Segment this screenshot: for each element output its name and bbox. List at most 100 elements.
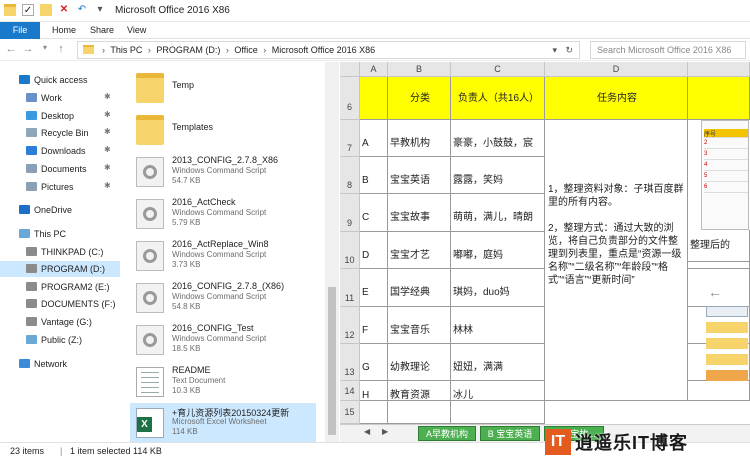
table-cell bbox=[360, 401, 388, 424]
file-size: 5.79 KB bbox=[172, 218, 201, 227]
up-arrow-icon[interactable]: ↑ bbox=[55, 43, 67, 55]
list-item[interactable]: Temp bbox=[130, 68, 316, 108]
sidebar-item[interactable]: OneDrive bbox=[19, 202, 72, 218]
row-header: 9 bbox=[340, 194, 360, 232]
file-size: 114 KB bbox=[172, 427, 198, 436]
file-list-scrollbar[interactable] bbox=[325, 62, 339, 442]
sidebar-item[interactable]: Network bbox=[19, 356, 67, 372]
sidebar-item[interactable]: Public (Z:) bbox=[26, 332, 82, 348]
table-cell: F bbox=[360, 307, 388, 344]
row-header: 15 bbox=[340, 401, 360, 424]
sidebar-item[interactable]: Quick access bbox=[19, 72, 88, 88]
sidebar-item-label: Documents bbox=[41, 164, 87, 174]
sidebar-item[interactable]: PROGRAM (D:) bbox=[0, 261, 120, 277]
chevron-down-icon[interactable]: ▾ bbox=[94, 4, 106, 16]
table-cell: 琪妈，duo妈 bbox=[451, 269, 545, 307]
table-cell: C bbox=[360, 194, 388, 232]
table-cell: D bbox=[360, 232, 388, 269]
recent-locations-icon[interactable]: ▾ bbox=[39, 43, 51, 52]
new-folder-icon[interactable] bbox=[40, 4, 52, 16]
file-type: Windows Command Script bbox=[172, 166, 267, 175]
sheet-tab[interactable]: B 宝宝英语 bbox=[480, 426, 540, 441]
table-cell: 宝宝故事 bbox=[388, 194, 451, 232]
file-size: 54.7 KB bbox=[172, 176, 201, 185]
file-size: 54.8 KB bbox=[172, 302, 201, 311]
refresh-icon[interactable]: ↻ bbox=[565, 42, 573, 58]
sidebar-item[interactable]: PROGRAM2 (E:) bbox=[26, 279, 110, 295]
list-item[interactable]: 2016_ActCheck Windows Command Script 5.79 … bbox=[130, 194, 316, 234]
watermark-badge: IT bbox=[545, 429, 571, 455]
breadcrumb[interactable]: › This PC › PROGRAM (D:) › Office › Micr… bbox=[77, 41, 580, 59]
column-header: D bbox=[545, 62, 688, 77]
tab-scroll-right-icon[interactable]: ▶ bbox=[382, 427, 388, 436]
search-input[interactable]: Search Microsoft Office 2016 X86 bbox=[590, 41, 746, 59]
sidebar-item[interactable]: Work bbox=[26, 90, 62, 106]
sidebar-item[interactable]: Pictures bbox=[26, 179, 74, 195]
sidebar-item-label: Work bbox=[41, 93, 62, 103]
file-type: Windows Command Script bbox=[172, 208, 267, 217]
gear-script-icon bbox=[136, 157, 164, 187]
list-item[interactable]: X +育儿资源列表20150324更新 Microsoft Excel Worksh… bbox=[130, 403, 316, 442]
mini-table-row: 序号 bbox=[704, 129, 748, 138]
drive-icon bbox=[26, 299, 37, 308]
breadcrumb-program-drive[interactable]: PROGRAM (D:) bbox=[156, 45, 220, 55]
tab-share[interactable]: Share bbox=[90, 24, 114, 37]
sidebar-item[interactable]: Recycle Bin bbox=[26, 125, 89, 141]
table-cell: 国学经典 bbox=[388, 269, 451, 307]
tab-view[interactable]: View bbox=[127, 24, 146, 37]
tab-home[interactable]: Home bbox=[52, 24, 76, 37]
drive-icon bbox=[26, 264, 37, 273]
sidebar-item-label: PROGRAM2 (E:) bbox=[41, 282, 110, 292]
column-header: B bbox=[388, 62, 451, 77]
delete-icon[interactable]: ✕ bbox=[58, 4, 70, 16]
sidebar-item[interactable]: Documents bbox=[26, 161, 87, 177]
sidebar-item[interactable]: Vantage (G:) bbox=[26, 314, 92, 330]
sheet-tab[interactable]: A早教机构 bbox=[418, 426, 476, 441]
folder-icon bbox=[136, 73, 164, 103]
sidebar-item[interactable]: DOCUMENTS (F:) bbox=[26, 296, 116, 312]
list-item[interactable]: 2016_CONFIG_2.7.8_(X86) Windows Command S… bbox=[130, 278, 316, 318]
sidebar-item[interactable]: Desktop bbox=[26, 108, 74, 124]
sidebar-item-label: Desktop bbox=[41, 111, 75, 121]
table-cell: 宝宝音乐 bbox=[388, 307, 451, 344]
sidebar-item[interactable]: THINKPAD (C:) bbox=[26, 244, 103, 260]
list-item[interactable]: README Text Document 10.3 KB bbox=[130, 362, 316, 402]
file-name: Temp bbox=[172, 80, 195, 90]
back-arrow-icon[interactable]: ← bbox=[5, 43, 17, 55]
table-cell: 露露，笑妈 bbox=[451, 157, 545, 194]
list-item[interactable]: 2013_CONFIG_2.7.8_X86 Windows Command Scr… bbox=[130, 152, 316, 192]
cloud-icon bbox=[19, 205, 30, 214]
table-cell: G bbox=[360, 344, 388, 381]
list-item[interactable]: Templates bbox=[130, 110, 316, 150]
left-arrow-icon: ← bbox=[708, 284, 722, 300]
table-cell: B bbox=[360, 157, 388, 194]
mini-table-row: 3 bbox=[704, 151, 748, 160]
breadcrumb-office-2016[interactable]: Microsoft Office 2016 X86 bbox=[272, 45, 375, 55]
file-tab[interactable]: File bbox=[0, 22, 40, 39]
computer-icon bbox=[19, 229, 30, 238]
network-icon bbox=[19, 359, 30, 368]
pin-icon: ✱ bbox=[104, 127, 111, 136]
sidebar-item[interactable]: Downloads bbox=[26, 143, 86, 159]
undo-icon[interactable]: ↶ bbox=[76, 4, 88, 16]
file-name: 2016_ActCheck bbox=[172, 197, 236, 207]
pin-icon: ✱ bbox=[104, 110, 111, 119]
sidebar-item-label: This PC bbox=[34, 229, 67, 239]
selection-info: 1 item selected 114 KB bbox=[70, 446, 162, 456]
mini-table-row: 5 bbox=[704, 173, 748, 182]
file-size: 3.73 KB bbox=[172, 260, 201, 269]
sidebar-item[interactable]: This PC bbox=[19, 226, 66, 242]
header-cell-a bbox=[360, 77, 388, 120]
sidebar-item-label: THINKPAD (C:) bbox=[41, 247, 104, 257]
breadcrumb-office[interactable]: Office bbox=[234, 45, 257, 55]
forward-arrow-icon[interactable]: → bbox=[22, 43, 34, 55]
chevron-down-icon[interactable]: ▾ bbox=[552, 42, 557, 58]
list-item[interactable]: 2016_ActReplace_Win8 Windows Command Scri… bbox=[130, 236, 316, 276]
properties-icon[interactable]: ✓ bbox=[22, 4, 34, 16]
scrollbar-thumb[interactable] bbox=[328, 287, 336, 435]
star-icon bbox=[19, 75, 30, 84]
list-item[interactable]: 2016_CONFIG_Test Windows Command Script 18… bbox=[130, 320, 316, 360]
table-cell: A bbox=[360, 120, 388, 157]
tab-scroll-left-icon[interactable]: ◀ bbox=[364, 427, 370, 436]
breadcrumb-this-pc[interactable]: This PC bbox=[110, 45, 142, 55]
